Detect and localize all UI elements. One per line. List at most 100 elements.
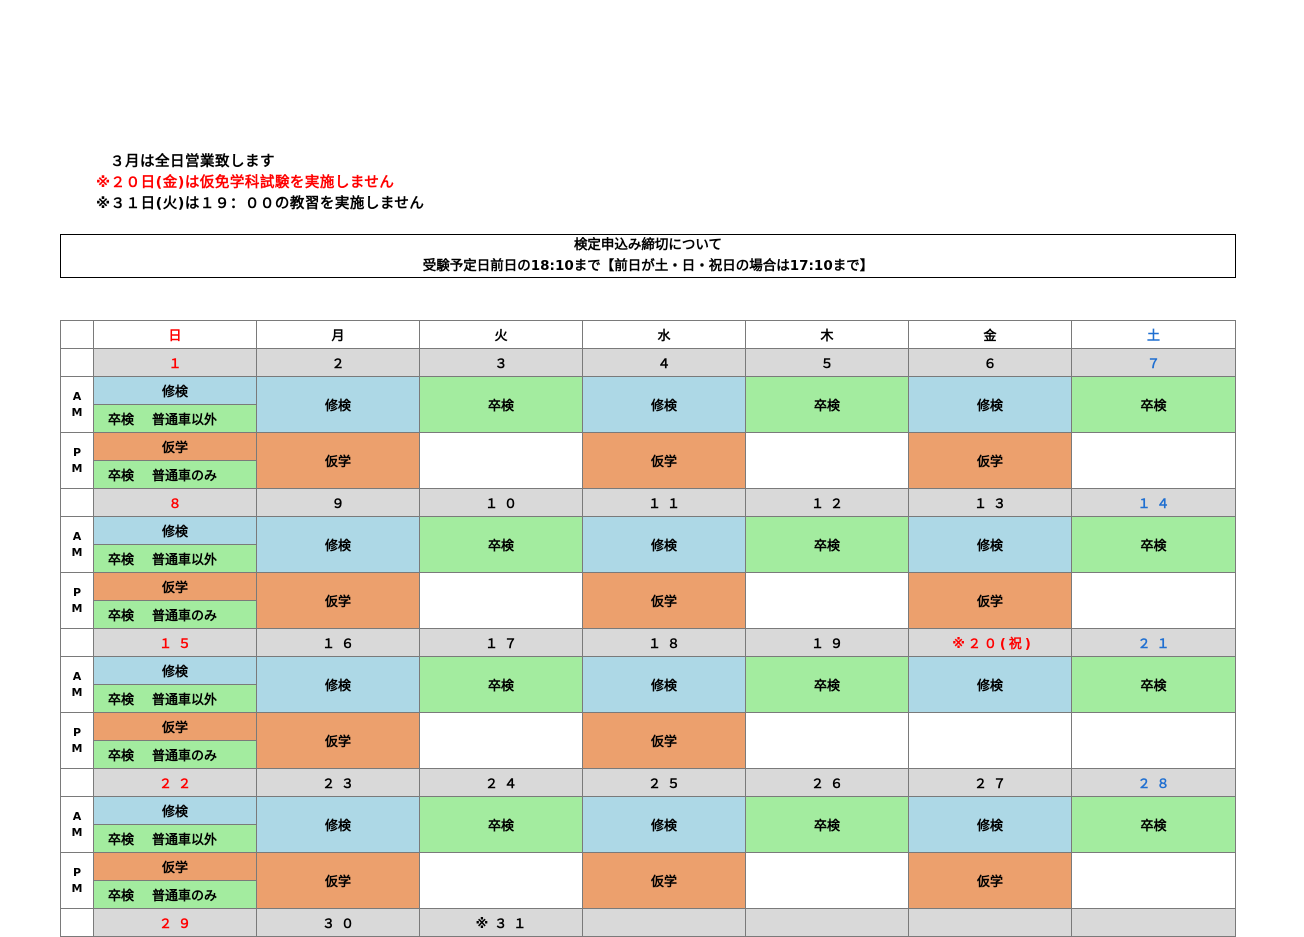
side-sotsuken-regular: 卒検 普通車のみ (93, 740, 257, 769)
table-row: P M 仮学 仮学 仮学 (60, 712, 1236, 769)
date-cell: ５ (745, 348, 909, 377)
sub-label-b: 普通車のみ (152, 469, 218, 484)
date-cell (582, 908, 746, 937)
pm-slot: 仮学 (908, 432, 1072, 489)
date-cell: １６ (256, 628, 420, 657)
side-sotsuken-regular: 卒検 普通車のみ (93, 600, 257, 629)
am-slot: 卒検 (419, 656, 583, 713)
pm-slot (745, 852, 909, 909)
pm-slot (908, 712, 1072, 769)
ampm-label: AM (60, 516, 94, 573)
date-cell: １３ (908, 488, 1072, 517)
date-cell: ２７ (908, 768, 1072, 797)
blank-label (60, 488, 94, 517)
date-cell: ２１ (1071, 628, 1236, 657)
date-cell (1071, 908, 1236, 937)
pm-slot: 仮学 (256, 572, 420, 629)
table-row: ２９ ３０ ※３１ (60, 908, 1236, 937)
pm-slot (419, 852, 583, 909)
sub-label-b: 普通車以外 (152, 693, 218, 708)
corner-cell (60, 320, 94, 349)
deadline-title: 検定申込み締切について (573, 237, 723, 253)
pm-slot: 仮学 (908, 572, 1072, 629)
am-slot: 修検 (256, 796, 420, 853)
side-sotsuken-regular: 卒検 普通車のみ (93, 460, 257, 489)
am-slot: 修検 (256, 656, 420, 713)
side-sotsuken-other: 卒検 普通車以外 (93, 684, 257, 713)
sub-label-a: 卒検 (108, 553, 135, 568)
weekday-header: 水 (582, 320, 746, 349)
side-karigaku: 仮学 (93, 712, 257, 741)
sub-label-a: 卒検 (108, 749, 135, 764)
date-cell: １４ (1071, 488, 1236, 517)
am-slot: 修検 (908, 796, 1072, 853)
date-cell: ※３１ (419, 908, 583, 937)
sub-label-b: 普通車以外 (152, 833, 218, 848)
date-cell: ４ (582, 348, 746, 377)
notice-line: ※３１日(火)は１９：００の教習を実施しません (96, 196, 425, 212)
sub-label-a: 卒検 (108, 889, 135, 904)
side-karigaku: 仮学 (93, 432, 257, 461)
notice-line: ３月は全日営業致します (110, 154, 275, 170)
pm-slot (745, 572, 909, 629)
am-slot: 修検 (908, 376, 1072, 433)
table-row: A M 修検 修検 卒検 修検 卒検 修検 卒検 (60, 376, 1236, 433)
date-cell: １ (93, 348, 257, 377)
ampm-label: AM (60, 376, 94, 433)
date-cell: ２２ (93, 768, 257, 797)
table-row: A M 修検 修検 卒検 修検 卒検 修検 卒検 (60, 796, 1236, 853)
table-row: ２２ ２３ ２４ ２５ ２６ ２７ ２８ (60, 768, 1236, 797)
sub-label-b: 普通車のみ (152, 609, 218, 624)
date-cell: １２ (745, 488, 909, 517)
blank-label (60, 628, 94, 657)
sub-label-a: 卒検 (108, 469, 135, 484)
side-sotsuken-other: 卒検 普通車以外 (93, 824, 257, 853)
notice-line: ※２０日(金)は仮免学科試験を実施しません (96, 175, 395, 191)
am-slot: 卒検 (1071, 516, 1236, 573)
table-row: A M 修検 修検 卒検 修検 卒検 修検 卒検 (60, 516, 1236, 573)
side-sotsuken-regular: 卒検 普通車のみ (93, 880, 257, 909)
pm-slot: 仮学 (256, 852, 420, 909)
date-cell: ９ (256, 488, 420, 517)
table-row: 日月火水木金土 (60, 320, 1236, 349)
ampm-label: AM (60, 656, 94, 713)
pm-slot (1071, 572, 1236, 629)
deadline-detail: 受験予定日前日の18:10まで【前日が土・日・祝日の場合は17:10まで】 (422, 258, 874, 274)
date-cell: ２８ (1071, 768, 1236, 797)
weekday-header: 日 (93, 320, 257, 349)
weekday-header: 金 (908, 320, 1072, 349)
sub-label-a: 卒検 (108, 693, 135, 708)
am-slot: 修検 (256, 376, 420, 433)
pm-slot: 仮学 (582, 572, 746, 629)
date-cell: １９ (745, 628, 909, 657)
sub-label-b: 普通車以外 (152, 553, 218, 568)
pm-slot (419, 572, 583, 629)
date-cell: １０ (419, 488, 583, 517)
date-cell: １７ (419, 628, 583, 657)
table-row: P M 仮学 仮学 仮学 仮学 (60, 432, 1236, 489)
date-cell: ８ (93, 488, 257, 517)
side-shuuken: 修検 (93, 656, 257, 685)
pm-slot (745, 712, 909, 769)
date-cell: ２９ (93, 908, 257, 937)
pm-slot: 仮学 (582, 852, 746, 909)
side-karigaku: 仮学 (93, 852, 257, 881)
am-slot: 修検 (582, 656, 746, 713)
am-slot: 卒検 (1071, 376, 1236, 433)
pm-slot: 仮学 (256, 432, 420, 489)
ampm-label: AM (60, 796, 94, 853)
pm-slot (1071, 432, 1236, 489)
date-cell: １８ (582, 628, 746, 657)
weekday-header: 火 (419, 320, 583, 349)
deadline-box: 検定申込み締切について 受験予定日前日の18:10まで【前日が土・日・祝日の場合… (60, 234, 1236, 278)
side-shuuken: 修検 (93, 376, 257, 405)
am-slot: 修検 (582, 516, 746, 573)
sub-label-a: 卒検 (108, 609, 135, 624)
date-cell: ２３ (256, 768, 420, 797)
am-slot: 卒検 (419, 376, 583, 433)
am-slot: 卒検 (419, 796, 583, 853)
am-slot: 修検 (908, 516, 1072, 573)
calendar-table: 日月火水木金土 １ ２ ３ ４ ５ ６ ７ A M 修検 修検 卒検 修検 卒検 修検 卒検 卒検 普通車以外 P M 仮… (60, 320, 1236, 937)
blank-label (60, 348, 94, 377)
pm-slot (419, 712, 583, 769)
